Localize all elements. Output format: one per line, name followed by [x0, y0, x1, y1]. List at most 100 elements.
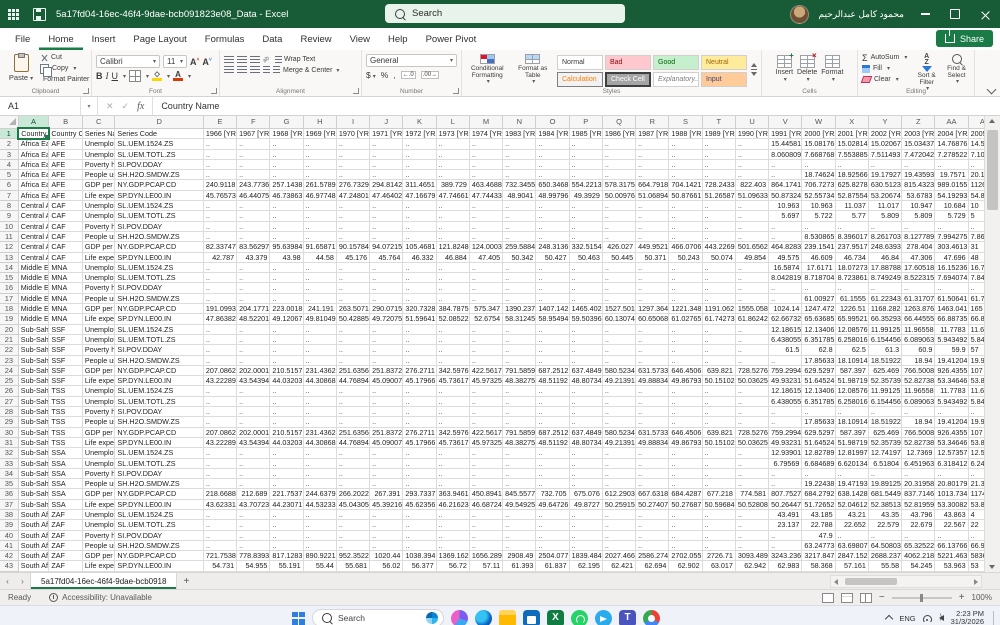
cell[interactable]: 43.21: [835, 509, 868, 519]
cell[interactable]: 202.0001: [237, 427, 270, 437]
cell[interactable]: 6.684689: [802, 458, 835, 468]
cell[interactable]: ..: [503, 458, 536, 468]
cell[interactable]: 759.2994: [769, 365, 802, 375]
cell[interactable]: ..: [702, 149, 735, 159]
cell[interactable]: ..: [503, 479, 536, 489]
cell[interactable]: ..: [503, 509, 536, 519]
cell[interactable]: 53.963: [935, 561, 968, 571]
cell[interactable]: ..: [270, 334, 303, 344]
cell[interactable]: 44.53233: [303, 499, 336, 509]
cell[interactable]: 728.2433: [702, 180, 735, 190]
cell[interactable]: ..: [769, 355, 802, 365]
cell[interactable]: Africa Eas: [18, 170, 49, 180]
cell[interactable]: ..: [536, 417, 569, 427]
cell[interactable]: ..: [270, 540, 303, 550]
cell[interactable]: ..: [370, 530, 403, 540]
cell[interactable]: 8.522315: [902, 273, 935, 283]
cell[interactable]: ..: [370, 468, 403, 478]
cell[interactable]: ..: [636, 417, 669, 427]
cell[interactable]: ..: [602, 211, 635, 221]
taskbar-app-chrome-icon[interactable]: [643, 610, 660, 625]
cell[interactable]: 684.2792: [802, 489, 835, 499]
cell[interactable]: 56.02: [370, 561, 403, 571]
row-header-33[interactable]: 33: [0, 458, 18, 468]
cell[interactable]: ..: [203, 345, 236, 355]
wrap-text-button[interactable]: Wrap Text: [275, 56, 315, 64]
cell[interactable]: 43.70723: [237, 499, 270, 509]
cell[interactable]: ..: [669, 396, 702, 406]
cell[interactable]: 278.404: [902, 242, 935, 252]
cell[interactable]: SL.UEM.1524.ZS: [115, 509, 204, 519]
cell[interactable]: ..: [735, 458, 768, 468]
align-right-icon[interactable]: [250, 66, 260, 74]
cell[interactable]: 43.62331: [203, 499, 236, 509]
cell[interactable]: ..: [802, 159, 835, 169]
cell[interactable]: ..: [469, 355, 502, 365]
cell[interactable]: MNA: [49, 314, 83, 324]
cell[interactable]: ..: [735, 396, 768, 406]
cell[interactable]: 46.44075: [237, 190, 270, 200]
cell[interactable]: 45.04305: [336, 499, 369, 509]
cell[interactable]: South Afri: [18, 561, 49, 571]
cell[interactable]: People us: [82, 540, 115, 550]
cell[interactable]: ..: [303, 355, 336, 365]
row-header-1[interactable]: 1: [0, 128, 18, 139]
cell[interactable]: SSF: [49, 324, 83, 334]
cell[interactable]: ..: [636, 396, 669, 406]
cell[interactable]: ..: [935, 283, 968, 293]
cell[interactable]: 11.96558: [902, 324, 935, 334]
paste-button[interactable]: Paste▾: [4, 53, 38, 82]
cell[interactable]: 303.4613: [935, 242, 968, 252]
cell[interactable]: 259.5884: [503, 242, 536, 252]
menu-tab-home[interactable]: Home: [39, 28, 82, 50]
cell[interactable]: ..: [303, 273, 336, 283]
cell[interactable]: ..: [735, 386, 768, 396]
cell[interactable]: ..: [503, 221, 536, 231]
cell[interactable]: 6.154456: [868, 334, 901, 344]
cell[interactable]: 50.27407: [636, 499, 669, 509]
cell[interactable]: 49.81049: [303, 314, 336, 324]
cell[interactable]: 66.35293: [868, 314, 901, 324]
cell[interactable]: 4062.218: [902, 551, 935, 561]
row-header-38[interactable]: 38: [0, 509, 18, 519]
cell[interactable]: 7.278522: [935, 149, 968, 159]
sort-filter-button[interactable]: AZ Sort & Filter▾: [913, 53, 940, 86]
cell[interactable]: ..: [835, 159, 868, 169]
cell[interactable]: ..: [602, 334, 635, 344]
cell[interactable]: 50.52808: [735, 499, 768, 509]
cell[interactable]: ..: [336, 386, 369, 396]
cell[interactable]: ..: [735, 540, 768, 550]
cell[interactable]: 51.98719: [835, 437, 868, 447]
cell[interactable]: AFE: [49, 139, 83, 149]
cell[interactable]: NY.GDP.PCAP.CD: [115, 365, 204, 375]
cell[interactable]: ..: [636, 448, 669, 458]
cell[interactable]: 49.86793: [669, 437, 702, 447]
cell[interactable]: ..: [503, 540, 536, 550]
cell[interactable]: ..: [303, 159, 336, 169]
cell[interactable]: Country Code: [49, 128, 83, 139]
cell[interactable]: ..: [436, 479, 469, 489]
cell[interactable]: ..: [203, 540, 236, 550]
cell[interactable]: 5.729: [935, 211, 968, 221]
cell[interactable]: 45.09007: [370, 437, 403, 447]
cell[interactable]: 44.03203: [270, 376, 303, 386]
cell[interactable]: ..: [602, 530, 635, 540]
cell[interactable]: 7.694074: [935, 273, 968, 283]
cell[interactable]: ..: [469, 149, 502, 159]
number-dialog-launcher[interactable]: [453, 88, 459, 94]
cell[interactable]: ..: [403, 396, 436, 406]
menu-tab-view[interactable]: View: [341, 28, 379, 50]
cell[interactable]: ..: [735, 231, 768, 241]
cell[interactable]: ..: [237, 417, 270, 427]
row-header-16[interactable]: 16: [0, 283, 18, 293]
cell[interactable]: 2504.077: [536, 551, 569, 561]
col-header-W[interactable]: W: [802, 116, 835, 128]
cell[interactable]: 2000 [YR2000]: [802, 128, 835, 139]
cell[interactable]: 45.39216: [370, 499, 403, 509]
insert-cells-button[interactable]: Insert▾: [776, 53, 794, 86]
cell[interactable]: SI.POV.DDAY: [115, 283, 204, 293]
cell[interactable]: AFE: [49, 159, 83, 169]
cell[interactable]: ..: [735, 345, 768, 355]
cell[interactable]: 1839.484: [569, 551, 602, 561]
col-header-J[interactable]: J: [370, 116, 403, 128]
